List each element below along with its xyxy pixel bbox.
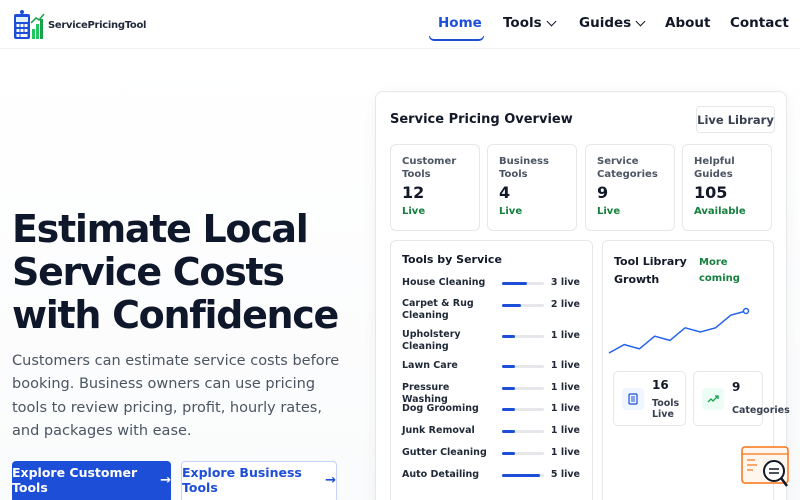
stat-status: Available	[694, 206, 746, 217]
stat-label: Customer Tools	[402, 156, 457, 180]
stat-label: Business Tools	[499, 156, 549, 180]
main-nav: Home Tools Guides About Contact	[0, 0, 800, 49]
tool-level-fill	[502, 387, 515, 390]
tool-row[interactable]: Junk Removal 1 live	[402, 425, 582, 449]
growth-series-line	[608, 310, 747, 354]
trending-up-icon	[702, 388, 724, 410]
tools-by-service-title: Tools by Service	[402, 253, 502, 266]
more-coming-label: More coming	[699, 257, 740, 284]
stat-value: 4	[499, 183, 511, 202]
nav-guides[interactable]: Guides	[579, 15, 646, 31]
tool-row[interactable]: Auto Detailing 5 live	[402, 469, 582, 493]
tool-level-fill	[502, 430, 515, 433]
search-help-icon	[741, 446, 789, 487]
tool-live-count: 1 live	[550, 425, 580, 436]
explore-customer-tools-button[interactable]: Explore Customer Tools →	[12, 461, 171, 500]
tool-level-fill	[502, 474, 540, 477]
nav-home[interactable]: Home	[438, 15, 482, 31]
tool-live-count: 1 live	[550, 360, 580, 371]
tool-level-bar	[502, 282, 544, 285]
chevron-down-icon	[546, 16, 557, 26]
tool-live-count: 1 live	[550, 330, 580, 341]
tool-name: Upholstery Cleaning	[402, 329, 461, 352]
stat-status: Live	[402, 206, 426, 217]
stat-status: Live	[499, 206, 523, 217]
tool-row[interactable]: Upholstery Cleaning 1 live	[402, 329, 582, 353]
tool-live-count: 5 live	[550, 469, 580, 480]
hero-description: Customers can estimate service costs bef…	[12, 353, 340, 439]
tool-level-bar	[502, 365, 544, 368]
stat-card-helpful-guides: Helpful Guides 105 Available	[682, 144, 772, 231]
arrow-right-icon: →	[160, 472, 171, 488]
tool-level-bar	[502, 452, 544, 455]
stat-value: 12	[402, 183, 425, 202]
service-pricing-overview-panel: Service Pricing Overview Live Library Cu…	[375, 91, 790, 500]
stat-card-service-categories: Service Categories 9 Live	[585, 144, 675, 231]
tool-name: Junk Removal	[402, 425, 475, 436]
panel-title: Service Pricing Overview	[390, 112, 573, 127]
growth-line-chart	[608, 307, 750, 354]
hero-title: Estimate Local Service Costs with Confid…	[12, 207, 339, 337]
stat-status: Live	[597, 206, 621, 217]
tool-row[interactable]: Gutter Cleaning 1 live	[402, 447, 582, 471]
document-icon	[622, 388, 644, 410]
tool-level-bar	[502, 408, 544, 411]
stat-card-customer-tools: Customer Tools 12 Live	[390, 144, 480, 231]
live-library-button[interactable]: Live Library	[696, 106, 775, 133]
tool-name: Carpet & Rug Cleaning	[402, 298, 474, 321]
tool-level-bar	[502, 430, 544, 433]
help-search-widget[interactable]	[741, 446, 791, 490]
tools-live-label: Tools Live	[652, 398, 680, 420]
tool-name: Lawn Care	[402, 360, 458, 371]
stat-value: 105	[694, 183, 728, 202]
explore-business-tools-button[interactable]: Explore Business Tools →	[181, 461, 337, 500]
stat-label: Helpful Guides	[694, 156, 735, 180]
tool-level-fill	[502, 282, 528, 285]
tool-live-count: 2 live	[550, 299, 580, 310]
tool-name: House Cleaning	[402, 277, 486, 288]
tool-live-count: 3 live	[550, 277, 580, 288]
chevron-down-icon	[635, 16, 646, 26]
tool-row[interactable]: Carpet & Rug Cleaning 2 live	[402, 298, 582, 322]
arrow-right-icon: →	[325, 472, 336, 488]
categories-stat: 9 Categories	[693, 371, 790, 426]
tools-by-service-card: Tools by Service House Cleaning 3 live Car…	[390, 240, 593, 500]
tool-row[interactable]: Dog Grooming 1 live	[402, 403, 582, 427]
growth-latest-point	[742, 307, 750, 315]
growth-title: Tool Library Growth	[614, 255, 687, 286]
tool-level-fill	[502, 365, 515, 368]
tool-live-count: 1 live	[550, 403, 580, 414]
tool-level-bar	[502, 387, 544, 390]
site-header: ServicePricingTool Home Tools Guides Abo…	[0, 0, 800, 49]
tool-level-bar	[502, 474, 544, 477]
tool-name: Dog Grooming	[402, 403, 479, 414]
tool-live-count: 1 live	[550, 382, 580, 393]
tool-level-bar	[502, 304, 544, 307]
stat-label: Service Categories	[597, 156, 658, 180]
tool-level-fill	[502, 304, 521, 307]
tools-live-stat: 16 Tools Live	[613, 371, 686, 426]
tool-name: Gutter Cleaning	[402, 447, 487, 458]
tools-live-value: 16	[652, 378, 669, 392]
tool-level-bar	[502, 335, 544, 338]
tool-level-fill	[502, 452, 515, 455]
nav-tools[interactable]: Tools	[503, 15, 557, 31]
tool-live-count: 1 live	[550, 447, 580, 458]
tool-level-fill	[502, 335, 515, 338]
categories-value: 9	[732, 380, 741, 394]
tool-row[interactable]: Lawn Care 1 live	[402, 360, 582, 384]
nav-contact[interactable]: Contact	[730, 15, 789, 31]
stat-card-business-tools: Business Tools 4 Live	[487, 144, 577, 231]
tool-level-fill	[502, 408, 515, 411]
nav-about[interactable]: About	[665, 15, 710, 31]
tool-name: Auto Detailing	[402, 469, 480, 480]
categories-label: Categories	[732, 405, 790, 416]
nav-home-underline	[429, 36, 484, 41]
stat-value: 9	[597, 183, 609, 202]
